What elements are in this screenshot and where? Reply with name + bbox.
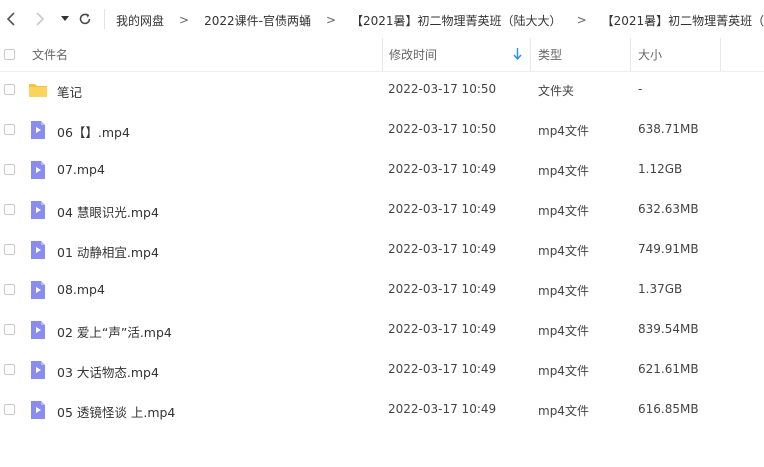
file-size: 621.61MB bbox=[638, 362, 699, 376]
file-row[interactable]: 笔记 2022-03-17 10:50 文件夹 - bbox=[0, 70, 764, 110]
file-list-header: 文件名 修改时间 类型 大小 bbox=[0, 38, 764, 72]
file-size: 616.85MB bbox=[638, 402, 699, 416]
file-name[interactable]: 02 爱上“声”活.mp4 bbox=[57, 322, 172, 341]
file-row[interactable]: 03 大话物态.mp4 2022-03-17 10:49 mp4文件 621.61MB bbox=[0, 350, 764, 390]
file-row[interactable]: 08.mp4 2022-03-17 10:49 mp4文件 1.37GB bbox=[0, 270, 764, 310]
column-header-type-label: 类型 bbox=[538, 48, 563, 62]
video-file-icon bbox=[31, 241, 45, 259]
refresh-icon bbox=[79, 13, 91, 25]
file-size: 839.54MB bbox=[638, 322, 699, 336]
row-checkbox[interactable] bbox=[4, 284, 15, 295]
file-type: mp4文件 bbox=[538, 364, 589, 378]
row-checkbox[interactable] bbox=[4, 124, 15, 135]
row-checkbox[interactable] bbox=[4, 364, 15, 375]
file-type: 文件夹 bbox=[538, 84, 575, 98]
modified-time: 2022-03-17 10:49 bbox=[388, 402, 497, 416]
breadcrumb-item-current[interactable]: 【2021暑】初二物理菁英班（陆大大 bbox=[602, 12, 764, 29]
file-size: 1.12GB bbox=[638, 162, 683, 176]
column-header-modified[interactable]: 修改时间 bbox=[382, 38, 530, 71]
toolbar: 我的网盘 > 2022课件-官债两蛹 > 【2021暑】初二物理菁英班（陆大大）… bbox=[0, 0, 764, 38]
breadcrumb-item[interactable]: 2022课件-官债两蛹 bbox=[204, 12, 311, 29]
file-row[interactable]: 06【】.mp4 2022-03-17 10:50 mp4文件 638.71MB bbox=[0, 110, 764, 150]
refresh-button[interactable] bbox=[76, 9, 94, 29]
file-type: mp4文件 bbox=[538, 244, 589, 258]
modified-time: 2022-03-17 10:49 bbox=[388, 242, 497, 256]
toolbar-divider bbox=[104, 9, 105, 29]
file-size: - bbox=[638, 82, 643, 96]
breadcrumb-separator: > bbox=[179, 13, 190, 27]
file-row[interactable]: 07.mp4 2022-03-17 10:49 mp4文件 1.12GB bbox=[0, 150, 764, 190]
modified-time: 2022-03-17 10:49 bbox=[388, 282, 497, 296]
column-header-spacer bbox=[720, 38, 764, 71]
file-type: mp4文件 bbox=[538, 324, 589, 338]
file-row[interactable]: 04 慧眼识光.mp4 2022-03-17 10:49 mp4文件 632.63MB bbox=[0, 190, 764, 230]
video-file-icon bbox=[31, 401, 45, 419]
modified-time: 2022-03-17 10:49 bbox=[388, 162, 497, 176]
modified-time: 2022-03-17 10:49 bbox=[388, 362, 497, 376]
forward-button[interactable] bbox=[31, 9, 49, 29]
back-button[interactable] bbox=[2, 9, 20, 29]
column-header-name-label: 文件名 bbox=[32, 48, 69, 62]
file-type: mp4文件 bbox=[538, 164, 589, 178]
column-header-type[interactable]: 类型 bbox=[530, 38, 630, 71]
row-checkbox[interactable] bbox=[4, 164, 15, 175]
column-header-name[interactable]: 文件名 bbox=[24, 38, 382, 71]
video-file-icon bbox=[31, 121, 45, 139]
row-checkbox[interactable] bbox=[4, 324, 15, 335]
file-size: 749.91MB bbox=[638, 242, 699, 256]
file-row[interactable]: 02 爱上“声”活.mp4 2022-03-17 10:49 mp4文件 839.54… bbox=[0, 310, 764, 350]
video-file-icon bbox=[31, 201, 45, 219]
file-row[interactable]: 05 透镜怪谈 上.mp4 2022-03-17 10:49 mp4文件 616.85… bbox=[0, 390, 764, 430]
breadcrumb-item[interactable]: 我的网盘 bbox=[116, 12, 164, 29]
modified-time: 2022-03-17 10:50 bbox=[388, 122, 497, 136]
breadcrumb-separator: > bbox=[576, 13, 587, 27]
select-all-cell bbox=[4, 38, 24, 71]
video-file-icon bbox=[31, 161, 45, 179]
video-file-icon bbox=[31, 281, 45, 299]
select-all-checkbox[interactable] bbox=[4, 49, 15, 60]
sort-descending-icon bbox=[513, 48, 522, 60]
modified-time: 2022-03-17 10:49 bbox=[388, 322, 497, 336]
file-row[interactable]: 01 动静相宜.mp4 2022-03-17 10:49 mp4文件 749.91MB bbox=[0, 230, 764, 270]
file-name[interactable]: 04 慧眼识光.mp4 bbox=[57, 202, 159, 221]
modified-time: 2022-03-17 10:50 bbox=[388, 82, 497, 96]
history-dropdown-button[interactable] bbox=[56, 9, 74, 29]
file-name[interactable]: 笔记 bbox=[57, 82, 82, 101]
file-size: 632.63MB bbox=[638, 202, 699, 216]
file-name[interactable]: 05 透镜怪谈 上.mp4 bbox=[57, 402, 175, 421]
file-name[interactable]: 08.mp4 bbox=[57, 282, 105, 297]
video-file-icon bbox=[31, 361, 45, 379]
column-header-size-label: 大小 bbox=[638, 48, 663, 62]
column-header-modified-label: 修改时间 bbox=[389, 48, 438, 62]
file-type: mp4文件 bbox=[538, 404, 589, 418]
row-checkbox[interactable] bbox=[4, 204, 15, 215]
chevron-right-icon bbox=[36, 12, 45, 26]
breadcrumb-separator: > bbox=[325, 13, 337, 27]
folder-icon bbox=[29, 84, 47, 97]
file-name[interactable]: 01 动静相宜.mp4 bbox=[57, 242, 159, 261]
row-checkbox[interactable] bbox=[4, 84, 15, 95]
column-header-size[interactable]: 大小 bbox=[630, 38, 720, 71]
file-name[interactable]: 03 大话物态.mp4 bbox=[57, 362, 159, 381]
file-name[interactable]: 07.mp4 bbox=[57, 162, 105, 177]
file-type: mp4文件 bbox=[538, 284, 589, 298]
modified-time: 2022-03-17 10:49 bbox=[388, 202, 497, 216]
breadcrumb-item[interactable]: 【2021暑】初二物理菁英班（陆大大） bbox=[351, 12, 562, 29]
file-name[interactable]: 06【】.mp4 bbox=[57, 122, 130, 141]
row-checkbox[interactable] bbox=[4, 404, 15, 415]
file-type: mp4文件 bbox=[538, 124, 589, 138]
caret-down-icon bbox=[61, 16, 69, 21]
video-file-icon bbox=[31, 321, 45, 339]
file-size: 638.71MB bbox=[638, 122, 699, 136]
row-checkbox[interactable] bbox=[4, 244, 15, 255]
file-type: mp4文件 bbox=[538, 204, 589, 218]
file-size: 1.37GB bbox=[638, 282, 683, 296]
breadcrumb: 我的网盘 > 2022课件-官债两蛹 > 【2021暑】初二物理菁英班（陆大大）… bbox=[116, 11, 764, 29]
chevron-left-icon bbox=[6, 12, 15, 26]
